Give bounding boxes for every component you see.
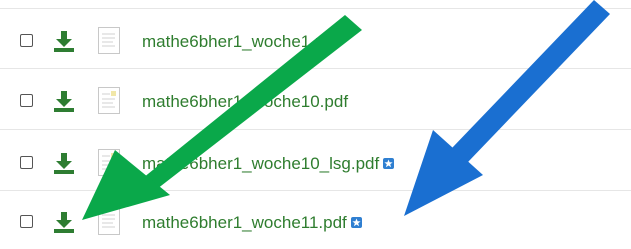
file-list-view: mathe6bher1_woche1.pdf mathe6bher1_woche… [0,0,631,249]
pdf-document-icon [98,208,120,235]
file-name-link[interactable]: mathe6bher1_woche10.pdf [142,92,348,112]
file-row: mathe6bher1_woche11.pdf [0,191,631,249]
file-row: mathe6bher1_woche10_lsg.pdf [0,130,631,191]
download-icon[interactable] [52,210,76,234]
file-name-text[interactable]: mathe6bher1_woche11.pdf [142,213,347,232]
file-name-link[interactable]: mathe6bher1_woche11.pdf [142,213,362,233]
row-checkbox[interactable] [20,94,33,107]
file-name-text[interactable]: mathe6bher1_woche1.pdf [142,32,339,51]
file-row: mathe6bher1_woche1.pdf [0,8,631,69]
download-icon[interactable] [52,29,76,53]
file-row: mathe6bher1_woche10.pdf [0,69,631,130]
file-name-link[interactable]: mathe6bher1_woche10_lsg.pdf [142,154,395,174]
pdf-document-icon [98,149,120,176]
file-name-text[interactable]: mathe6bher1_woche10.pdf [142,92,348,111]
pdf-document-icon [98,87,120,114]
new-badge-icon [350,217,362,229]
row-checkbox[interactable] [20,34,33,47]
new-badge-icon [383,158,395,170]
file-name-text[interactable]: mathe6bher1_woche10_lsg.pdf [142,154,379,173]
pdf-document-icon [98,27,120,54]
download-icon[interactable] [52,151,76,175]
top-divider [0,8,631,9]
file-name-link[interactable]: mathe6bher1_woche1.pdf [142,32,339,52]
download-icon[interactable] [52,89,76,113]
row-checkbox[interactable] [20,156,33,169]
row-checkbox[interactable] [20,215,33,228]
